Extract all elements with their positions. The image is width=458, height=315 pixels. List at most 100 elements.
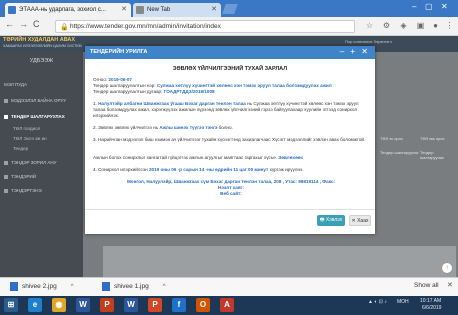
chevron-up-icon[interactable]: ^ [163,284,166,290]
address-bar[interactable]: 🔒 https://www.tender.gov.mn/mn/admin/inv… [55,20,355,33]
download-filename: shivee 2.jpg [22,283,57,291]
system-tray-icons[interactable]: ▲ ◐ ⊡ ♪ [368,299,387,305]
forward-icon[interactable]: → [19,19,28,29]
extension-icon[interactable]: ⚙ [381,20,392,31]
sidebar-subitem-1[interactable]: ТӨЛ голдиол [13,126,40,131]
presentation-app-icon[interactable]: P [148,298,162,312]
close-tab-icon[interactable]: ✕ [211,3,217,17]
close-window-icon[interactable]: ✕ [441,2,448,11]
browser-toolbar: ← → C 🔒 https://www.tender.gov.mn/mn/adm… [0,17,458,36]
browser-app-icon[interactable]: e [28,298,42,312]
sidebar-item-label: МЭЛ ПУДА [4,82,27,87]
paragraph-2: 2. Зөвлөх зөвлөх үйлчилгээ нь Ажлы шинэх… [93,125,369,131]
sidebar-title: УДБЭЭЖ [29,58,54,64]
downloads-bar: shivee 2.jpg ^ shivee 1.jpg ^ Show all ✕ [0,277,458,296]
download-item[interactable]: shivee 1.jpg ^ [102,282,166,291]
back-icon[interactable]: ← [5,19,14,29]
print-button-label: Хэвлэх [325,217,343,223]
line-label: 4. Сонирхол илэрхийлсэн [93,167,149,172]
paragraph-1: 1. Налултэйр албагни Шванжгаах ўгааш Бэх… [93,101,369,119]
menu-bullet-icon [4,114,8,119]
tab-label: New Tab [147,7,171,13]
site-favicon-icon [8,6,16,14]
browser-tab-bar: ЭТААА-нь ударлага, зохиол с... ✕ New Tab… [0,0,458,17]
background-table-columns: ТӨЛ эк орох ТӨЛ мж орох Тендер шалгаруул… [378,136,458,196]
print-button[interactable]: 🖶 Хэвлэх [317,215,345,226]
minimize-icon[interactable]: – [412,2,416,11]
url-text: https://www.tender.gov.mn/mn/admin/invit… [70,23,221,30]
new-tab-favicon-icon [136,6,144,14]
table-cell: Тендер шалгаруулах [380,150,419,155]
extension-icon-3[interactable]: ▣ [415,20,426,31]
sidebar-subitem-2[interactable]: ТӨЛ Эхлэ эж ин [13,136,47,141]
line-value: Налултэйр албагни Шванжгаах ўгааш Бэхаг … [98,101,246,106]
line-value: Сулжаа хөтлүү хүчингтэй хөлөөс хэн тэмэх… [156,83,332,88]
download-filename: shivee 1.jpg [114,283,149,291]
site-brand-subtitle: ХАМААРАХ ИЛЭЭЛЭЭЛЛИЙН ЦАХИМ СИСТЕМ [3,44,82,48]
tender-number-line: Тендер шалгаруулалтын дугаар: ГОАДРТДДЗ/… [93,89,369,95]
line-label: 2. Зөвлөх зөвлөх үйлчилгээ нь [93,125,160,130]
sidebar-subitem-3[interactable]: Тендер [13,146,28,151]
modal-window-controls[interactable]: – + ✕ [340,47,370,56]
line-value: Ажлы шинэх түүгээ тэнгэ [159,125,218,130]
facebook-app-icon[interactable]: f [172,298,186,312]
line-text: Ажлын болох сонирхлыг хангагтай гүйцэтгэ… [93,155,279,160]
maximize-icon[interactable]: ▢ [425,2,433,11]
sidebar-item-1[interactable]: МЭЛ ПУДА [4,82,27,87]
paragraph-3: 3. Нарийчлан мэдээлэл биш нзимэн ач үйлч… [93,137,369,143]
sidebar-item-label: ТЭНДЭРТЭНЭ [11,188,42,193]
chevron-up-icon[interactable]: ^ [71,284,74,290]
menu-bullet-icon [4,174,8,179]
modal-header: ТЕНДЕРИЙН УРИЛГА – + ✕ [85,46,375,59]
modal-footer-divider [85,209,375,210]
star-icon[interactable]: ☆ [364,20,375,31]
download-item[interactable]: shivee 2.jpg ^ [10,282,74,291]
sidebar-item-label: ТЭНДЭРИЙ [11,174,36,179]
line-value: 2019-06-07 [108,77,132,82]
paragraph-4: 4. Сонирхол илэрхийлсэн 2019 оны 06 -р с… [93,167,369,173]
office-app-icon[interactable]: O [196,298,210,312]
menu-icon[interactable]: ⋮ [444,20,455,31]
sidebar-item-label: ТЭНДЭР ЗОРИЛ АНУ [11,160,57,165]
new-tab-button[interactable] [222,4,238,14]
menu-bullet-icon [4,188,8,193]
sidebar-item-8[interactable]: ТЭНДЭРТЭНЭ [4,188,42,193]
table-cell: Тендер шалгаруулах [420,150,445,160]
sidebar-item-6[interactable]: ТЭНДЭР ЗОРИЛ АНУ [4,160,56,165]
column-header: ТӨЛ эк орох [380,136,403,141]
line-value: Монгол, Налуулэйр, Шванжгаах сүм Бэхаг д… [126,179,336,184]
line-label: Огноо: [93,77,109,82]
line-label: Тендер шалгаруулалтын дугаар: [93,89,164,94]
extension-icon-2[interactable]: ◈ [398,20,409,31]
close-downloads-icon[interactable]: ✕ [447,281,453,289]
tab-tender-invitation[interactable]: ЭТААА-нь ударлага, зохиол с... ✕ [5,3,131,17]
powerpoint-app-icon[interactable]: P [100,298,114,312]
start-button-icon[interactable]: ⊞ [4,298,18,312]
chrome-app-icon[interactable]: ◉ [52,298,66,312]
word-app-icon-2[interactable]: W [124,298,138,312]
acrobat-app-icon[interactable]: A [220,298,234,312]
sidebar-item-7[interactable]: ТЭНДЭРИЙ [4,174,36,179]
clock-time[interactable]: 10:17 AM [420,298,441,304]
line-label: Тендер шалгаруулалтын нэр: [93,83,157,88]
line-value: Веб сайт: [220,191,242,196]
menu-bullet-icon [4,160,8,165]
close-button[interactable]: ✕ Хаах [349,215,371,226]
line-value: 2019 оны 06 -р сарын 14 -ны өдрийн 11 ца… [148,167,269,172]
sidebar-item-2[interactable]: МЭДЭЭЛЭЛ БАЙНА ОРУУ [4,98,66,103]
language-indicator[interactable]: МОН [397,299,409,305]
line-value: Зөвлөхөөс [278,155,304,160]
website-line: Веб сайт: [93,191,369,197]
reload-icon[interactable]: C [33,19,40,29]
lock-icon: 🔒 [60,24,69,31]
show-all-downloads-link[interactable]: Show all [414,282,439,289]
scroll-to-top-icon[interactable]: ↑ [441,262,453,274]
sidebar: УДБЭЭЖ МЭЛ ПУДА МЭДЭЭЛЭЛ БАЙНА ОРУУ ТЕНД… [0,52,83,277]
profile-icon[interactable]: ● [430,20,441,31]
sidebar-item-tender[interactable]: ТЕНДЕР ШАЛГАРУУЛАХ [4,114,65,119]
close-tab-icon[interactable]: ✕ [121,3,127,17]
clock-date[interactable]: 6/6/2019 [422,305,441,311]
column-header: ТӨЛ мж орох [420,136,445,141]
tab-new-tab[interactable]: New Tab ✕ [133,3,221,17]
word-app-icon[interactable]: W [76,298,90,312]
